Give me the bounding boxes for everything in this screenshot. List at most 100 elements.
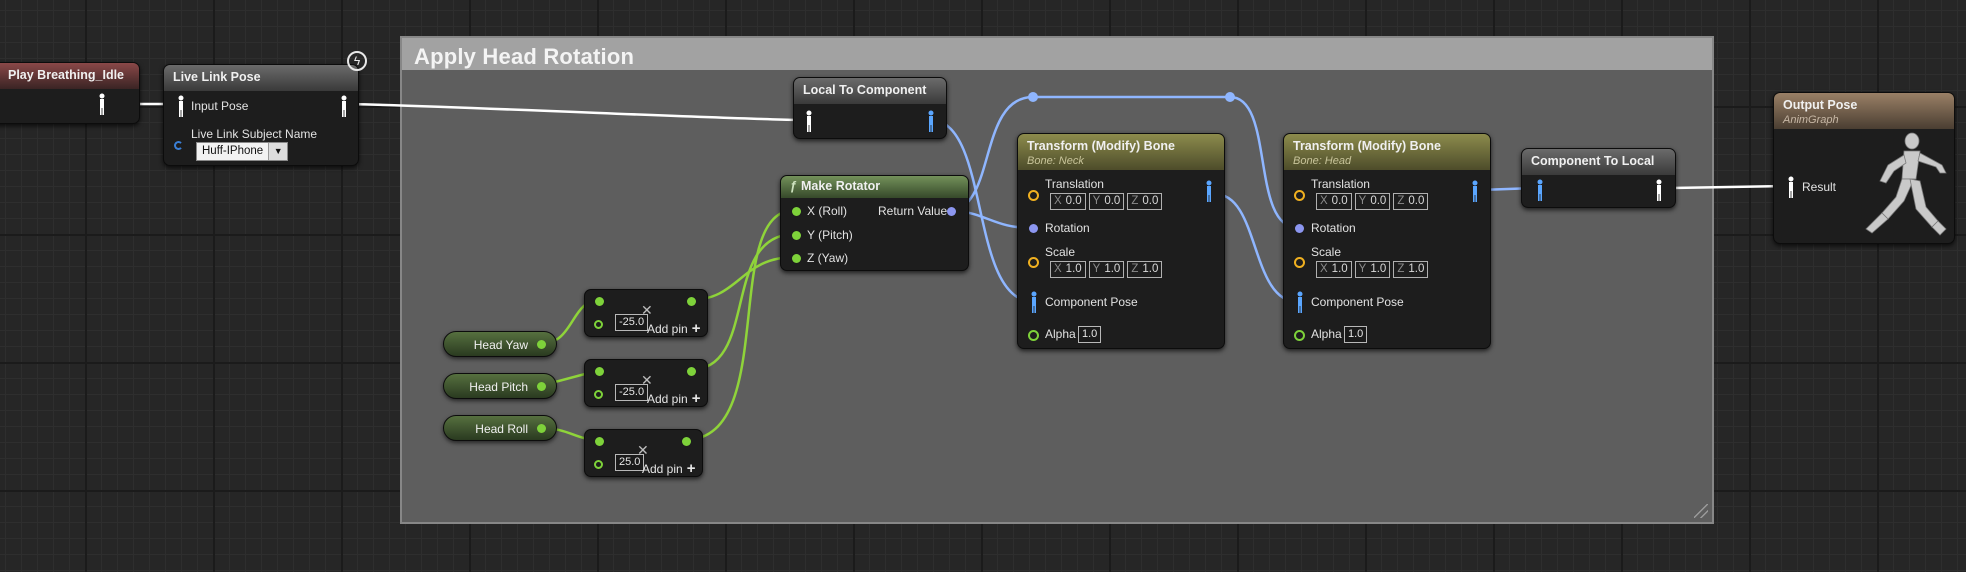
b-value-field[interactable]: 25.0 bbox=[615, 454, 645, 471]
z-key: Z bbox=[1397, 263, 1405, 275]
subject-name-label: Live Link Subject Name bbox=[191, 127, 318, 141]
node-title: Transform (Modify) Bone bbox=[1027, 139, 1175, 153]
scale-x-field[interactable]: X 1.0 bbox=[1316, 261, 1352, 278]
add-pin-label: Add pin bbox=[642, 462, 683, 476]
translation-pin[interactable] bbox=[1294, 190, 1305, 201]
output-pose-node[interactable]: Output Pose AnimGraph Result bbox=[1773, 92, 1955, 244]
return-value-pin[interactable] bbox=[947, 207, 956, 216]
scale-y-value: 1.0 bbox=[1104, 263, 1121, 275]
scale-z-value: 1.0 bbox=[1142, 263, 1159, 275]
translation-label: Translation bbox=[1311, 177, 1370, 191]
scale-z-field[interactable]: Z 1.0 bbox=[1393, 261, 1429, 278]
roll-input-pin[interactable] bbox=[792, 207, 801, 216]
add-pin-label: Add pin bbox=[647, 392, 688, 406]
transform-bone-neck-node[interactable]: Transform (Modify) Bone Bone: Neck Trans… bbox=[1017, 133, 1225, 349]
make-rotator-node[interactable]: ƒ Make Rotator X (Roll) Y (Pitch) Z (Yaw)… bbox=[780, 175, 969, 271]
a-input-pin[interactable] bbox=[595, 297, 604, 306]
rotation-pin[interactable] bbox=[1029, 224, 1038, 233]
multiply-node[interactable]: ✕ 25.0 Add pin + bbox=[584, 429, 703, 477]
yaw-input-pin[interactable] bbox=[792, 254, 801, 263]
b-value-field[interactable]: -25.0 bbox=[615, 384, 649, 401]
node-title: Local To Component bbox=[794, 78, 946, 104]
scale-y-field[interactable]: Y 1.0 bbox=[1354, 261, 1391, 278]
chevron-down-icon: ▼ bbox=[268, 143, 288, 160]
translation-z-value: 0.0 bbox=[1408, 195, 1425, 207]
scale-x-field[interactable]: X 1.0 bbox=[1050, 261, 1086, 278]
b-input-pin[interactable] bbox=[594, 320, 603, 329]
translation-z-field[interactable]: Z 0.0 bbox=[1127, 193, 1163, 210]
component-pose-output-pin-icon[interactable] bbox=[1470, 180, 1480, 202]
component-pose-output-pin-icon[interactable] bbox=[926, 110, 936, 132]
y-key: Y bbox=[1358, 263, 1367, 275]
scale-vector: X 1.0 Y 1.0 Z 1.0 bbox=[1316, 261, 1431, 278]
multiply-node[interactable]: ✕ -25.0 Add pin + bbox=[584, 359, 708, 407]
multiply-node[interactable]: ✕ -25.0 Add pin + bbox=[584, 289, 708, 337]
a-input-pin[interactable] bbox=[595, 437, 604, 446]
alpha-pin[interactable] bbox=[1028, 330, 1039, 341]
component-pose-input-pin-icon[interactable] bbox=[1029, 291, 1039, 313]
translation-y-field[interactable]: Y 0.0 bbox=[1088, 193, 1125, 210]
pose-output-pin-icon[interactable] bbox=[1654, 179, 1664, 201]
scale-pin[interactable] bbox=[1028, 257, 1039, 268]
subject-name-pin[interactable] bbox=[174, 141, 183, 150]
translation-pin[interactable] bbox=[1028, 190, 1039, 201]
b-input-pin[interactable] bbox=[594, 460, 603, 469]
add-pin-button[interactable]: Add pin + bbox=[647, 320, 700, 336]
component-pose-input-pin-icon[interactable] bbox=[1535, 179, 1545, 201]
alpha-pin[interactable] bbox=[1294, 330, 1305, 341]
yaw-label: Z (Yaw) bbox=[807, 251, 849, 265]
float-output-pin[interactable] bbox=[537, 424, 546, 433]
translation-vector: X 0.0 Y 0.0 Z 0.0 bbox=[1050, 193, 1165, 210]
pitch-input-pin[interactable] bbox=[792, 231, 801, 240]
subject-name-value: Huff-IPhone bbox=[202, 145, 264, 157]
output-pin[interactable] bbox=[682, 437, 691, 446]
scale-z-field[interactable]: Z 1.0 bbox=[1127, 261, 1163, 278]
component-pose-output-pin-icon[interactable] bbox=[1204, 180, 1214, 202]
plus-icon: + bbox=[691, 390, 701, 407]
float-output-pin[interactable] bbox=[537, 382, 546, 391]
variable-label: Head Pitch bbox=[469, 380, 528, 394]
make-rotator-title: Make Rotator bbox=[800, 179, 881, 193]
add-pin-button[interactable]: Add pin + bbox=[642, 460, 695, 476]
a-input-pin[interactable] bbox=[595, 367, 604, 376]
pose-input-pin-icon[interactable] bbox=[176, 95, 186, 117]
float-output-pin[interactable] bbox=[537, 340, 546, 349]
b-value-field[interactable]: -25.0 bbox=[615, 314, 649, 331]
rotation-label: Rotation bbox=[1311, 221, 1356, 235]
local-to-component-node[interactable]: Local To Component bbox=[793, 77, 947, 139]
head-pitch-variable[interactable]: Head Pitch bbox=[443, 373, 557, 399]
node-header: Transform (Modify) Bone Bone: Neck bbox=[1018, 134, 1224, 170]
head-roll-variable[interactable]: Head Roll bbox=[443, 415, 557, 441]
translation-z-field[interactable]: Z 0.0 bbox=[1393, 193, 1429, 210]
play-breathing-node[interactable]: Play Breathing_Idle bbox=[0, 62, 140, 124]
alpha-field[interactable]: 1.0 bbox=[1078, 326, 1102, 343]
scale-z-value: 1.0 bbox=[1408, 263, 1425, 275]
translation-x-field[interactable]: X 0.0 bbox=[1316, 193, 1352, 210]
b-input-pin[interactable] bbox=[594, 390, 603, 399]
head-yaw-variable[interactable]: Head Yaw bbox=[443, 331, 557, 357]
alpha-field[interactable]: 1.0 bbox=[1344, 326, 1368, 343]
node-header: Transform (Modify) Bone Bone: Head bbox=[1284, 134, 1490, 170]
roll-label: X (Roll) bbox=[807, 204, 848, 218]
scale-y-field[interactable]: Y 1.0 bbox=[1088, 261, 1125, 278]
scale-pin[interactable] bbox=[1294, 257, 1305, 268]
y-key: Y bbox=[1092, 195, 1101, 207]
output-pin[interactable] bbox=[687, 367, 696, 376]
component-pose-input-pin-icon[interactable] bbox=[1295, 291, 1305, 313]
output-pin[interactable] bbox=[687, 297, 696, 306]
x-key: X bbox=[1054, 195, 1062, 207]
pose-output-pin-icon[interactable] bbox=[339, 95, 349, 117]
node-title: Transform (Modify) Bone bbox=[1293, 139, 1441, 153]
pose-output-pin-icon[interactable] bbox=[97, 93, 107, 115]
live-link-pose-node[interactable]: Live Link Pose Input Pose Live Link Subj… bbox=[163, 64, 359, 166]
subject-name-dropdown[interactable]: Huff-IPhone ▼ bbox=[196, 142, 289, 161]
input-pose-label: Input Pose bbox=[191, 99, 249, 113]
translation-y-field[interactable]: Y 0.0 bbox=[1354, 193, 1391, 210]
add-pin-button[interactable]: Add pin + bbox=[647, 390, 701, 407]
translation-x-field[interactable]: X 0.0 bbox=[1050, 193, 1086, 210]
component-to-local-node[interactable]: Component To Local bbox=[1521, 148, 1676, 208]
result-input-pin-icon[interactable] bbox=[1786, 176, 1796, 198]
rotation-pin[interactable] bbox=[1295, 224, 1304, 233]
pose-input-pin-icon[interactable] bbox=[804, 110, 814, 132]
transform-bone-head-node[interactable]: Transform (Modify) Bone Bone: Head Trans… bbox=[1283, 133, 1491, 349]
